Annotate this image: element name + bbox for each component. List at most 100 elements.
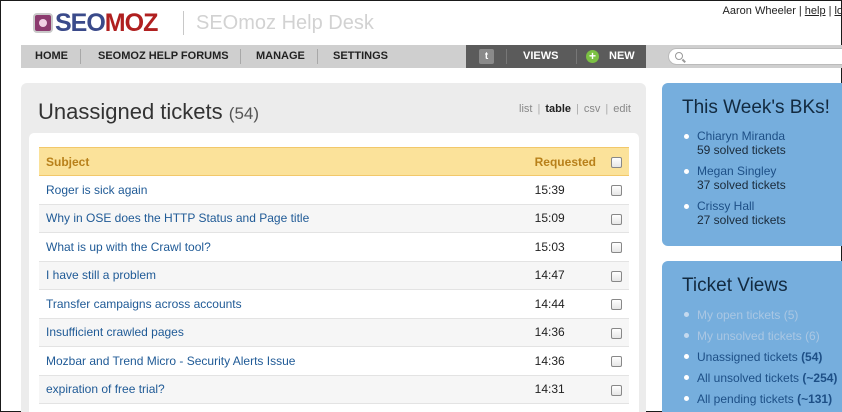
ticket-subject-link[interactable]: What is up with the Crawl tool? [39,232,528,262]
column-header-subject[interactable]: Subject [39,147,528,176]
ticket-subject-link[interactable]: Mozbar and Trend Micro - Security Alerts… [39,346,528,376]
ticket-subject-link[interactable]: Roger is sick again [39,175,528,205]
table-row[interactable]: What is up with the Crawl tool? 15:03 [39,232,629,262]
solved-count: 59 solved tickets [697,143,786,157]
tickets-table-container: Subject Requested Roger is sick again 15… [29,133,639,412]
nav-actions: t VIEWS + NEW [466,45,646,68]
nav-views[interactable]: VIEWS [523,45,558,68]
column-header-requested[interactable]: Requested [527,147,603,176]
logout-link[interactable]: lo [834,5,842,17]
table-row[interactable]: Roger is sick again 15:39 [39,175,629,205]
view-link-my-open[interactable]: My open tickets (5) [682,307,837,328]
bks-list: Chiaryn Miranda 59 solved tickets Megan … [682,129,786,234]
table-row[interactable]: Insufficient crawled pages 14:36 [39,318,629,347]
ticket-subject-link[interactable]: Why in OSE does the HTTP Status and Page… [39,204,528,233]
view-link-my-unsolved[interactable]: My unsolved tickets (6) [682,328,837,349]
nav-help-forums[interactable]: SEOMOZ HELP FORUMS [98,45,229,68]
view-link-all-unsolved[interactable]: All unsolved tickets (~254) [682,370,837,391]
solved-count: 37 solved tickets [697,178,786,192]
nav-manage[interactable]: MANAGE [256,45,305,68]
table-header-row: Subject Requested [39,147,629,176]
user-links: Aaron Wheeler | help | lo [722,5,842,17]
seomoz-logo-icon [33,13,53,33]
search-icon [675,52,683,60]
ticket-requested-time: 15:09 [527,204,603,233]
ticket-subject-link[interactable]: expiration of free trial? [39,375,528,404]
table-row[interactable]: Transfer campaigns across accounts 14:44 [39,289,629,319]
nav-home[interactable]: HOME [35,45,68,68]
ticket-views-list: My open tickets (5) My unsolved tickets … [682,307,837,412]
list-item: Megan Singley 37 solved tickets [682,164,786,192]
help-link[interactable]: help [805,5,826,17]
seomoz-logo[interactable]: SEO MOZ [33,9,159,37]
view-link-unassigned[interactable]: Unassigned tickets (54) [682,349,837,370]
ticket-requested-time: 14:44 [527,289,603,319]
logo-text-seo: SEO [55,9,106,37]
main-nav: HOME SEOMOZ HELP FORUMS MANAGE SETTINGS … [21,45,842,68]
select-all-checkbox[interactable] [610,156,622,168]
ticket-select-cell [603,346,629,376]
agent-name-link[interactable]: Chiaryn Miranda [697,129,786,143]
nav-divider [506,49,507,64]
view-switcher: list | table | csv | edit [519,103,631,115]
ticket-checkbox[interactable] [610,242,622,254]
helpdesk-title: SEOmoz Help Desk [196,12,374,34]
nav-settings[interactable]: SETTINGS [333,45,388,68]
ticket-count: (54) [228,104,260,123]
agent-name-link[interactable]: Megan Singley [697,164,786,178]
nav-divider [317,49,318,64]
table-row[interactable]: I have still a problem 14:47 [39,261,629,290]
ticket-checkbox[interactable] [610,185,622,197]
ticket-requested-time: 15:39 [527,175,603,205]
ticket-subject-link[interactable]: Insufficient crawled pages [39,318,528,347]
table-row[interactable]: Mozbar and Trend Micro - Security Alerts… [39,346,629,376]
view-list-link[interactable]: list [519,103,532,115]
logo-text-moz: MOZ [104,9,159,37]
ticket-subject-link[interactable]: I have still a problem [39,261,528,290]
ticket-checkbox[interactable] [610,356,622,368]
weekly-bks-panel: This Week's BKs! Chiaryn Miranda 59 solv… [662,83,842,246]
page-title: Unassigned tickets (54) [38,99,259,125]
page-title-text: Unassigned tickets [38,99,223,124]
tickets-table: Subject Requested Roger is sick again 15… [39,147,629,404]
view-link-all-pending[interactable]: All pending tickets (~131) [682,391,837,412]
ticket-checkbox[interactable] [610,327,622,339]
ticket-checkbox[interactable] [610,213,622,225]
select-all-cell [603,147,629,176]
user-name[interactable]: Aaron Wheeler [723,5,796,17]
nav-new[interactable]: NEW [609,45,635,68]
tickets-panel: Unassigned tickets (54) list | table | csv | e… [21,83,646,412]
nav-divider [80,49,81,64]
ticket-requested-time: 15:03 [527,232,603,262]
table-row[interactable]: expiration of free trial? 14:31 [39,375,629,404]
list-item: Crissy Hall 27 solved tickets [682,199,786,227]
ticket-select-cell [603,175,629,205]
view-csv-link[interactable]: csv [584,103,601,115]
view-edit-link[interactable]: edit [613,103,631,115]
ticket-select-cell [603,289,629,319]
nav-divider [240,49,241,64]
views-panel-title: Ticket Views [682,275,788,296]
ticket-checkbox[interactable] [610,384,622,396]
twitter-icon[interactable]: t [479,49,494,64]
view-table-link[interactable]: table [545,103,571,115]
ticket-checkbox[interactable] [610,270,622,282]
bks-panel-title: This Week's BKs! [682,97,830,118]
ticket-select-cell [603,375,629,404]
ticket-requested-time: 14:31 [527,375,603,404]
ticket-checkbox[interactable] [610,299,622,311]
ticket-select-cell [603,318,629,347]
ticket-select-cell [603,204,629,233]
ticket-requested-time: 14:47 [527,261,603,290]
header-divider [183,11,184,35]
ticket-requested-time: 14:36 [527,346,603,376]
solved-count: 27 solved tickets [697,213,786,227]
ticket-views-panel: Ticket Views My open tickets (5) My unso… [662,261,842,412]
ticket-requested-time: 14:36 [527,318,603,347]
agent-name-link[interactable]: Crissy Hall [697,199,786,213]
header: SEO MOZ SEOmoz Help Desk Aaron Wheeler | h… [1,1,842,45]
search-input[interactable] [668,48,842,65]
add-plus-icon[interactable]: + [586,50,599,63]
ticket-subject-link[interactable]: Transfer campaigns across accounts [39,289,528,319]
table-row[interactable]: Why in OSE does the HTTP Status and Page… [39,204,629,233]
